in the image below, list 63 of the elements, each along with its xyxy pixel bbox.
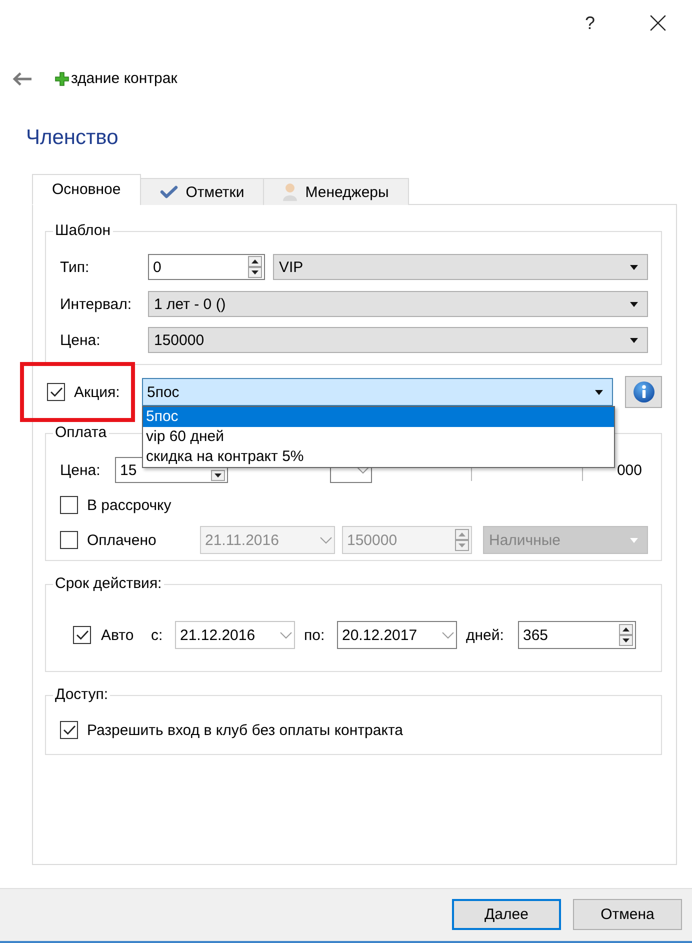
help-button[interactable]: ? xyxy=(584,12,595,32)
field-label: Тип: xyxy=(60,258,90,276)
group-title: Доступ: xyxy=(54,686,109,704)
tab[interactable]: Основное xyxy=(32,174,141,205)
plus-icon xyxy=(55,72,69,86)
spinner-down-icon[interactable] xyxy=(211,470,225,481)
dropdown-option[interactable]: 5пос xyxy=(143,407,614,427)
dropdown[interactable]: VIP xyxy=(273,254,648,280)
caret-icon xyxy=(630,338,638,342)
checkbox[interactable] xyxy=(60,721,78,739)
chevron-down-icon[interactable] xyxy=(357,466,369,474)
chevron-down-icon[interactable] xyxy=(320,536,332,544)
checkmark-icon xyxy=(160,185,178,199)
checkbox-label: Акция: xyxy=(74,384,120,400)
spinner-arrows-icon[interactable] xyxy=(248,256,262,278)
checkbox-label: Оплачено xyxy=(87,532,158,548)
group-title: Шаблон xyxy=(54,222,112,240)
field-label: Цена: xyxy=(60,462,102,478)
dialog-button[interactable]: Отмена xyxy=(573,899,682,930)
info-icon xyxy=(632,381,654,403)
checkbox-label: Авто xyxy=(101,626,135,644)
dropdown[interactable]: 1 лет - 0 () xyxy=(148,291,648,317)
tab[interactable]: Менеджеры xyxy=(263,178,409,205)
dialog-button[interactable]: Далее xyxy=(452,899,561,930)
field-label: с: xyxy=(151,626,164,644)
chevron-down-icon[interactable] xyxy=(280,632,292,638)
caret-icon xyxy=(630,538,638,542)
amount-value: 000 xyxy=(616,462,642,478)
tab[interactable]: Отметки xyxy=(140,178,264,205)
person-icon xyxy=(283,183,298,201)
caret-icon xyxy=(595,390,603,394)
checkbox[interactable] xyxy=(73,626,91,644)
checkmark-icon xyxy=(76,630,88,640)
checkbox-label: В рассрочку xyxy=(87,496,172,514)
checkmark-icon xyxy=(50,387,62,397)
field-label: дней: xyxy=(466,626,505,644)
close-icon[interactable] xyxy=(650,14,666,30)
date-field[interactable]: 20.12.2017 xyxy=(337,621,457,649)
field-label: Интервал: xyxy=(60,296,133,312)
number-field[interactable]: 0 xyxy=(148,254,265,280)
field-label: по: xyxy=(304,626,326,644)
date-field[interactable]: 21.12.2016 xyxy=(175,621,295,649)
caret-icon xyxy=(630,302,638,306)
dropdown-option[interactable]: скидка на контракт 5% xyxy=(143,447,614,467)
group-title: Срок действия: xyxy=(54,575,163,593)
page-title: здание контрак xyxy=(71,69,178,89)
back-arrow-icon[interactable] xyxy=(12,72,32,86)
caret-icon xyxy=(630,264,638,270)
number-field[interactable]: 365 xyxy=(518,621,636,649)
checkmark-icon xyxy=(62,725,76,735)
spinner-arrows-icon[interactable] xyxy=(619,624,633,646)
checkbox[interactable] xyxy=(47,383,65,401)
dropdown[interactable]: 5пос xyxy=(142,378,613,406)
dropdown-option[interactable]: vip 60 дней xyxy=(143,427,614,447)
section-title: Членство xyxy=(26,126,118,150)
group-title: Оплата xyxy=(54,424,108,442)
chevron-down-icon[interactable] xyxy=(442,632,454,638)
field-label: Цена: xyxy=(60,332,102,348)
checkbox[interactable] xyxy=(60,531,78,549)
checkbox[interactable] xyxy=(60,496,78,514)
info-button[interactable] xyxy=(625,376,662,408)
dropdown[interactable]: 150000 xyxy=(148,327,648,353)
checkbox-label: Разрешить вход в клуб без оплаты контракта xyxy=(87,722,404,738)
